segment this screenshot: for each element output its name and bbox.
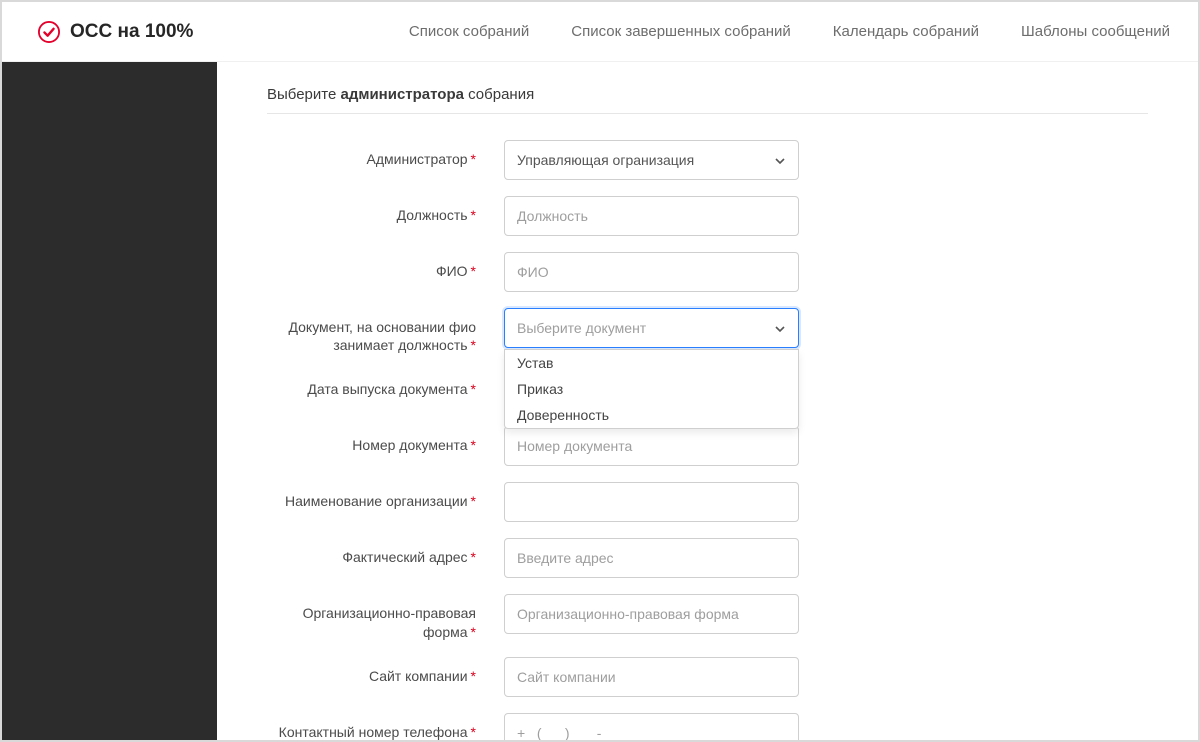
input-doc-number[interactable]	[504, 426, 799, 466]
input-phone[interactable]	[504, 713, 799, 742]
label-phone: Контактный номер телефона*	[267, 713, 482, 741]
required-asterisk: *	[471, 263, 476, 279]
dropdown-item-doverennost[interactable]: Доверенность	[505, 402, 798, 428]
nav-item-calendar[interactable]: Календарь собраний	[833, 23, 979, 40]
label-legal-form: Организационно-правовая форма*	[267, 594, 482, 640]
dropdown-item-ustav[interactable]: Устав	[505, 350, 798, 376]
label-actual-address: Фактический адрес*	[267, 538, 482, 566]
input-position[interactable]	[504, 196, 799, 236]
section-title-bold: администратора	[340, 86, 463, 103]
row-org-name: Наименование организации*	[267, 482, 1148, 522]
required-asterisk: *	[471, 381, 476, 397]
nav-item-completed-meetings[interactable]: Список завершенных собраний	[571, 23, 791, 40]
label-position: Должность*	[267, 196, 482, 224]
required-asterisk: *	[471, 724, 476, 740]
logo-checkmark-icon	[38, 21, 60, 43]
main-content: Выберите администратора собрания Админис…	[217, 62, 1198, 740]
input-website[interactable]	[504, 657, 799, 697]
app-viewport: ОСС на 100% Список собраний Список завер…	[0, 0, 1200, 742]
input-legal-form[interactable]	[504, 594, 799, 634]
input-fullname[interactable]	[504, 252, 799, 292]
input-org-name[interactable]	[504, 482, 799, 522]
row-administrator: Администратор* Управляющая огранизация	[267, 140, 1148, 180]
label-issue-date: Дата выпуска документа*	[267, 370, 482, 398]
dropdown-document-basis: Устав Приказ Доверенность	[504, 349, 799, 429]
required-asterisk: *	[471, 493, 476, 509]
section-title: Выберите администратора собрания	[267, 86, 1148, 114]
label-administrator: Администратор*	[267, 140, 482, 168]
label-website: Сайт компании*	[267, 657, 482, 685]
required-asterisk: *	[471, 151, 476, 167]
app-body: Выберите администратора собрания Админис…	[2, 62, 1198, 740]
select-document-basis-placeholder: Выберите документ	[517, 320, 646, 336]
select-administrator[interactable]: Управляющая огранизация	[504, 140, 799, 180]
label-org-name: Наименование организации*	[267, 482, 482, 510]
input-actual-address[interactable]	[504, 538, 799, 578]
row-actual-address: Фактический адрес*	[267, 538, 1148, 578]
app-header: ОСС на 100% Список собраний Список завер…	[2, 2, 1198, 62]
app-logo[interactable]: ОСС на 100%	[38, 21, 193, 43]
nav-item-meetings-list[interactable]: Список собраний	[409, 23, 529, 40]
required-asterisk: *	[471, 337, 476, 353]
required-asterisk: *	[471, 624, 476, 640]
row-document-basis: Документ, на основании фио занимает долж…	[267, 308, 1148, 354]
row-legal-form: Организационно-правовая форма*	[267, 594, 1148, 640]
select-document-basis[interactable]: Выберите документ	[504, 308, 799, 348]
label-doc-number: Номер документа*	[267, 426, 482, 454]
main-nav: Список собраний Список завершенных собра…	[409, 23, 1170, 40]
chevron-down-icon	[774, 322, 786, 334]
row-fullname: ФИО*	[267, 252, 1148, 292]
row-phone: Контактный номер телефона*	[267, 713, 1148, 742]
chevron-down-icon	[774, 154, 786, 166]
required-asterisk: *	[471, 549, 476, 565]
required-asterisk: *	[471, 668, 476, 684]
select-administrator-value: Управляющая огранизация	[517, 152, 694, 168]
section-title-suffix: собрания	[464, 86, 534, 103]
nav-item-templates[interactable]: Шаблоны сообщений	[1021, 23, 1170, 40]
label-fullname: ФИО*	[267, 252, 482, 280]
section-title-prefix: Выберите	[267, 86, 340, 103]
required-asterisk: *	[471, 437, 476, 453]
sidebar	[2, 62, 217, 740]
dropdown-item-prikaz[interactable]: Приказ	[505, 376, 798, 402]
row-doc-number: Номер документа*	[267, 426, 1148, 466]
logo-text: ОСС на 100%	[70, 21, 193, 43]
row-website: Сайт компании*	[267, 657, 1148, 697]
required-asterisk: *	[471, 207, 476, 223]
row-position: Должность*	[267, 196, 1148, 236]
label-document-basis: Документ, на основании фио занимает долж…	[267, 308, 482, 354]
